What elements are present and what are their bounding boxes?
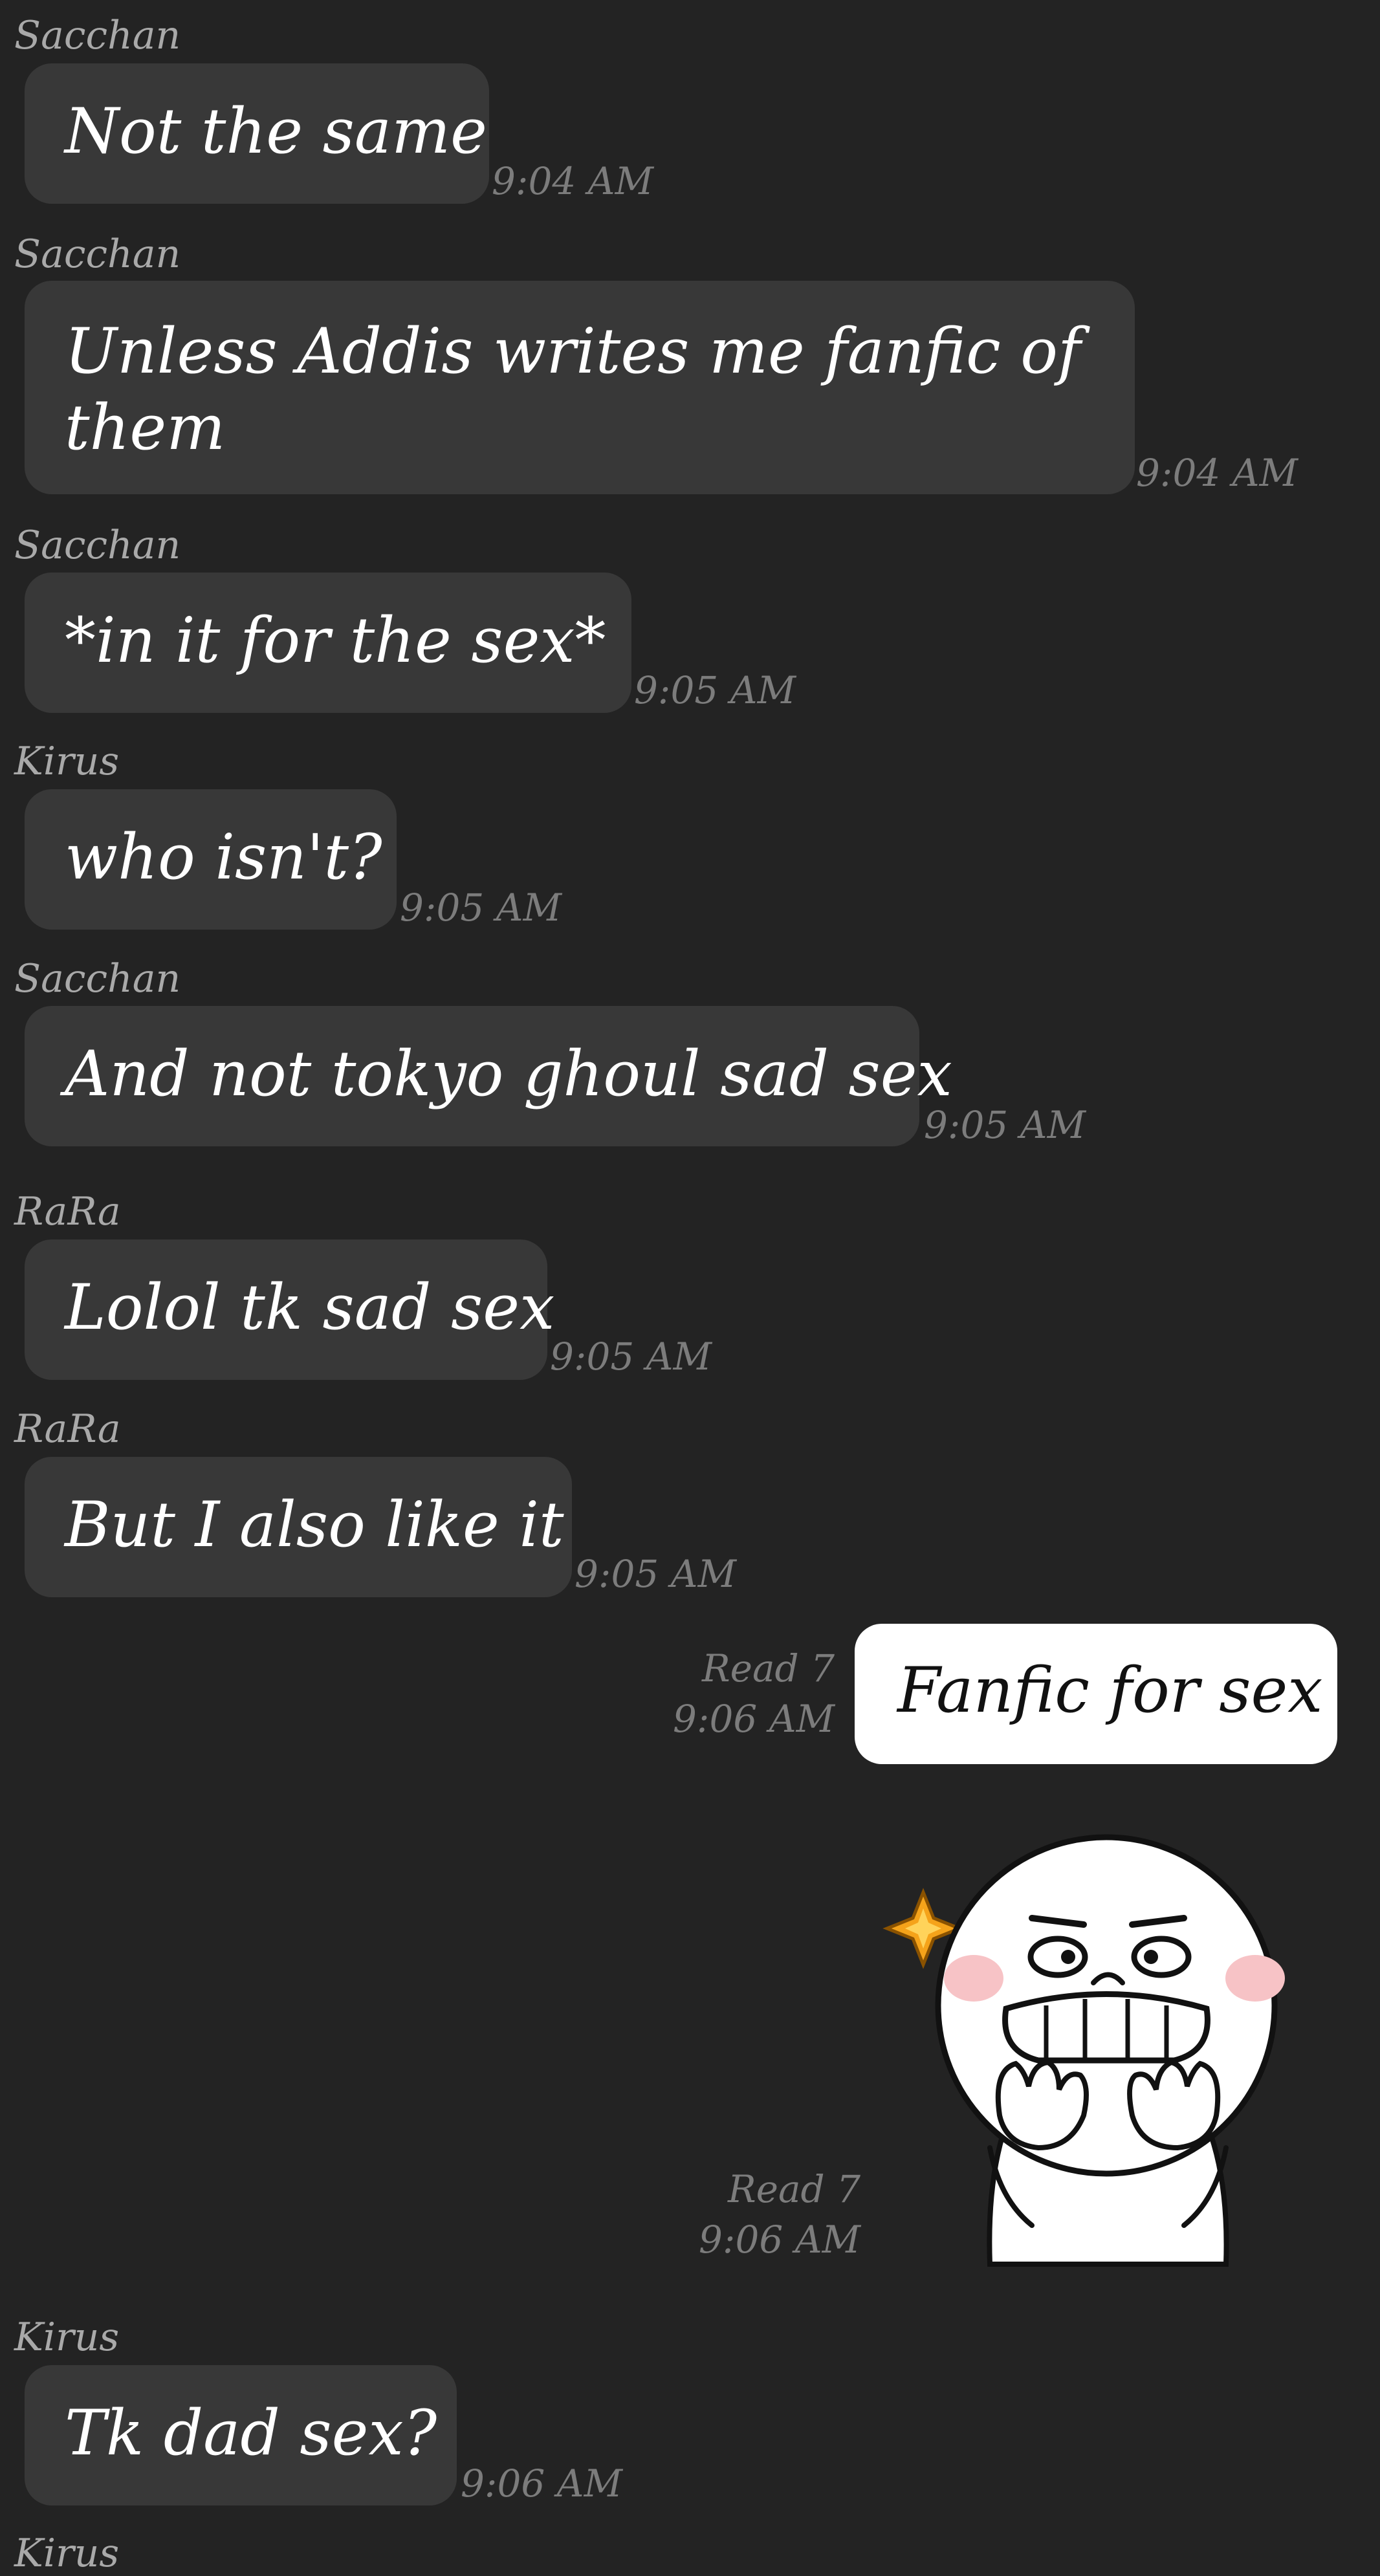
message-bubble[interactable]: Not the same: [25, 63, 489, 204]
my-message-bubble[interactable]: Fanfic for sex: [855, 1624, 1337, 1764]
sender-name[interactable]: RaRa: [14, 1189, 121, 1234]
sender-name[interactable]: Sacchan: [14, 13, 181, 58]
sender-name[interactable]: Sacchan: [14, 232, 181, 277]
sender-name[interactable]: RaRa: [14, 1406, 121, 1452]
read-receipt: Read 7 9:06 AM: [653, 1643, 835, 1744]
sender-name[interactable]: Sacchan: [14, 956, 181, 1001]
message-bubble[interactable]: Tk dad sex?: [25, 2365, 457, 2505]
sender-name[interactable]: Kirus: [14, 2531, 119, 2576]
read-count: Read 7: [701, 1646, 835, 1690]
message-time: 9:04 AM: [492, 159, 653, 203]
message-time: 9:05 AM: [550, 1335, 712, 1379]
message-bubble[interactable]: But I also like it: [25, 1457, 572, 1597]
sender-name[interactable]: Kirus: [14, 2315, 119, 2360]
sender-name[interactable]: Kirus: [14, 739, 119, 784]
message-time: 9:06 AM: [673, 1697, 835, 1741]
message-bubble[interactable]: *in it for the sex*: [25, 573, 631, 713]
message-time: 9:05 AM: [400, 886, 562, 930]
message-bubble[interactable]: Lolol tk sad sex: [25, 1239, 554, 1380]
message-bubble[interactable]: And not tokyo ghoul sad sex: [25, 1006, 952, 1146]
message-time: 9:05 AM: [634, 668, 796, 712]
sender-name[interactable]: Sacchan: [14, 523, 181, 568]
message-bubble[interactable]: Unless Addis writes me fanfic of them: [25, 281, 1135, 494]
message-time: 9:05 AM: [575, 1552, 736, 1596]
message-bubble[interactable]: who isn't?: [25, 789, 397, 930]
message-time: 9:06 AM: [699, 2218, 860, 2262]
read-receipt: Read 7 9:06 AM: [679, 2164, 860, 2265]
message-time: 9:06 AM: [461, 2461, 622, 2505]
message-time: 9:04 AM: [1136, 451, 1298, 495]
read-count: Read 7: [727, 2167, 860, 2211]
message-time: 9:05 AM: [924, 1103, 1086, 1147]
moon-grinning-sticker-icon[interactable]: [877, 1811, 1336, 2277]
